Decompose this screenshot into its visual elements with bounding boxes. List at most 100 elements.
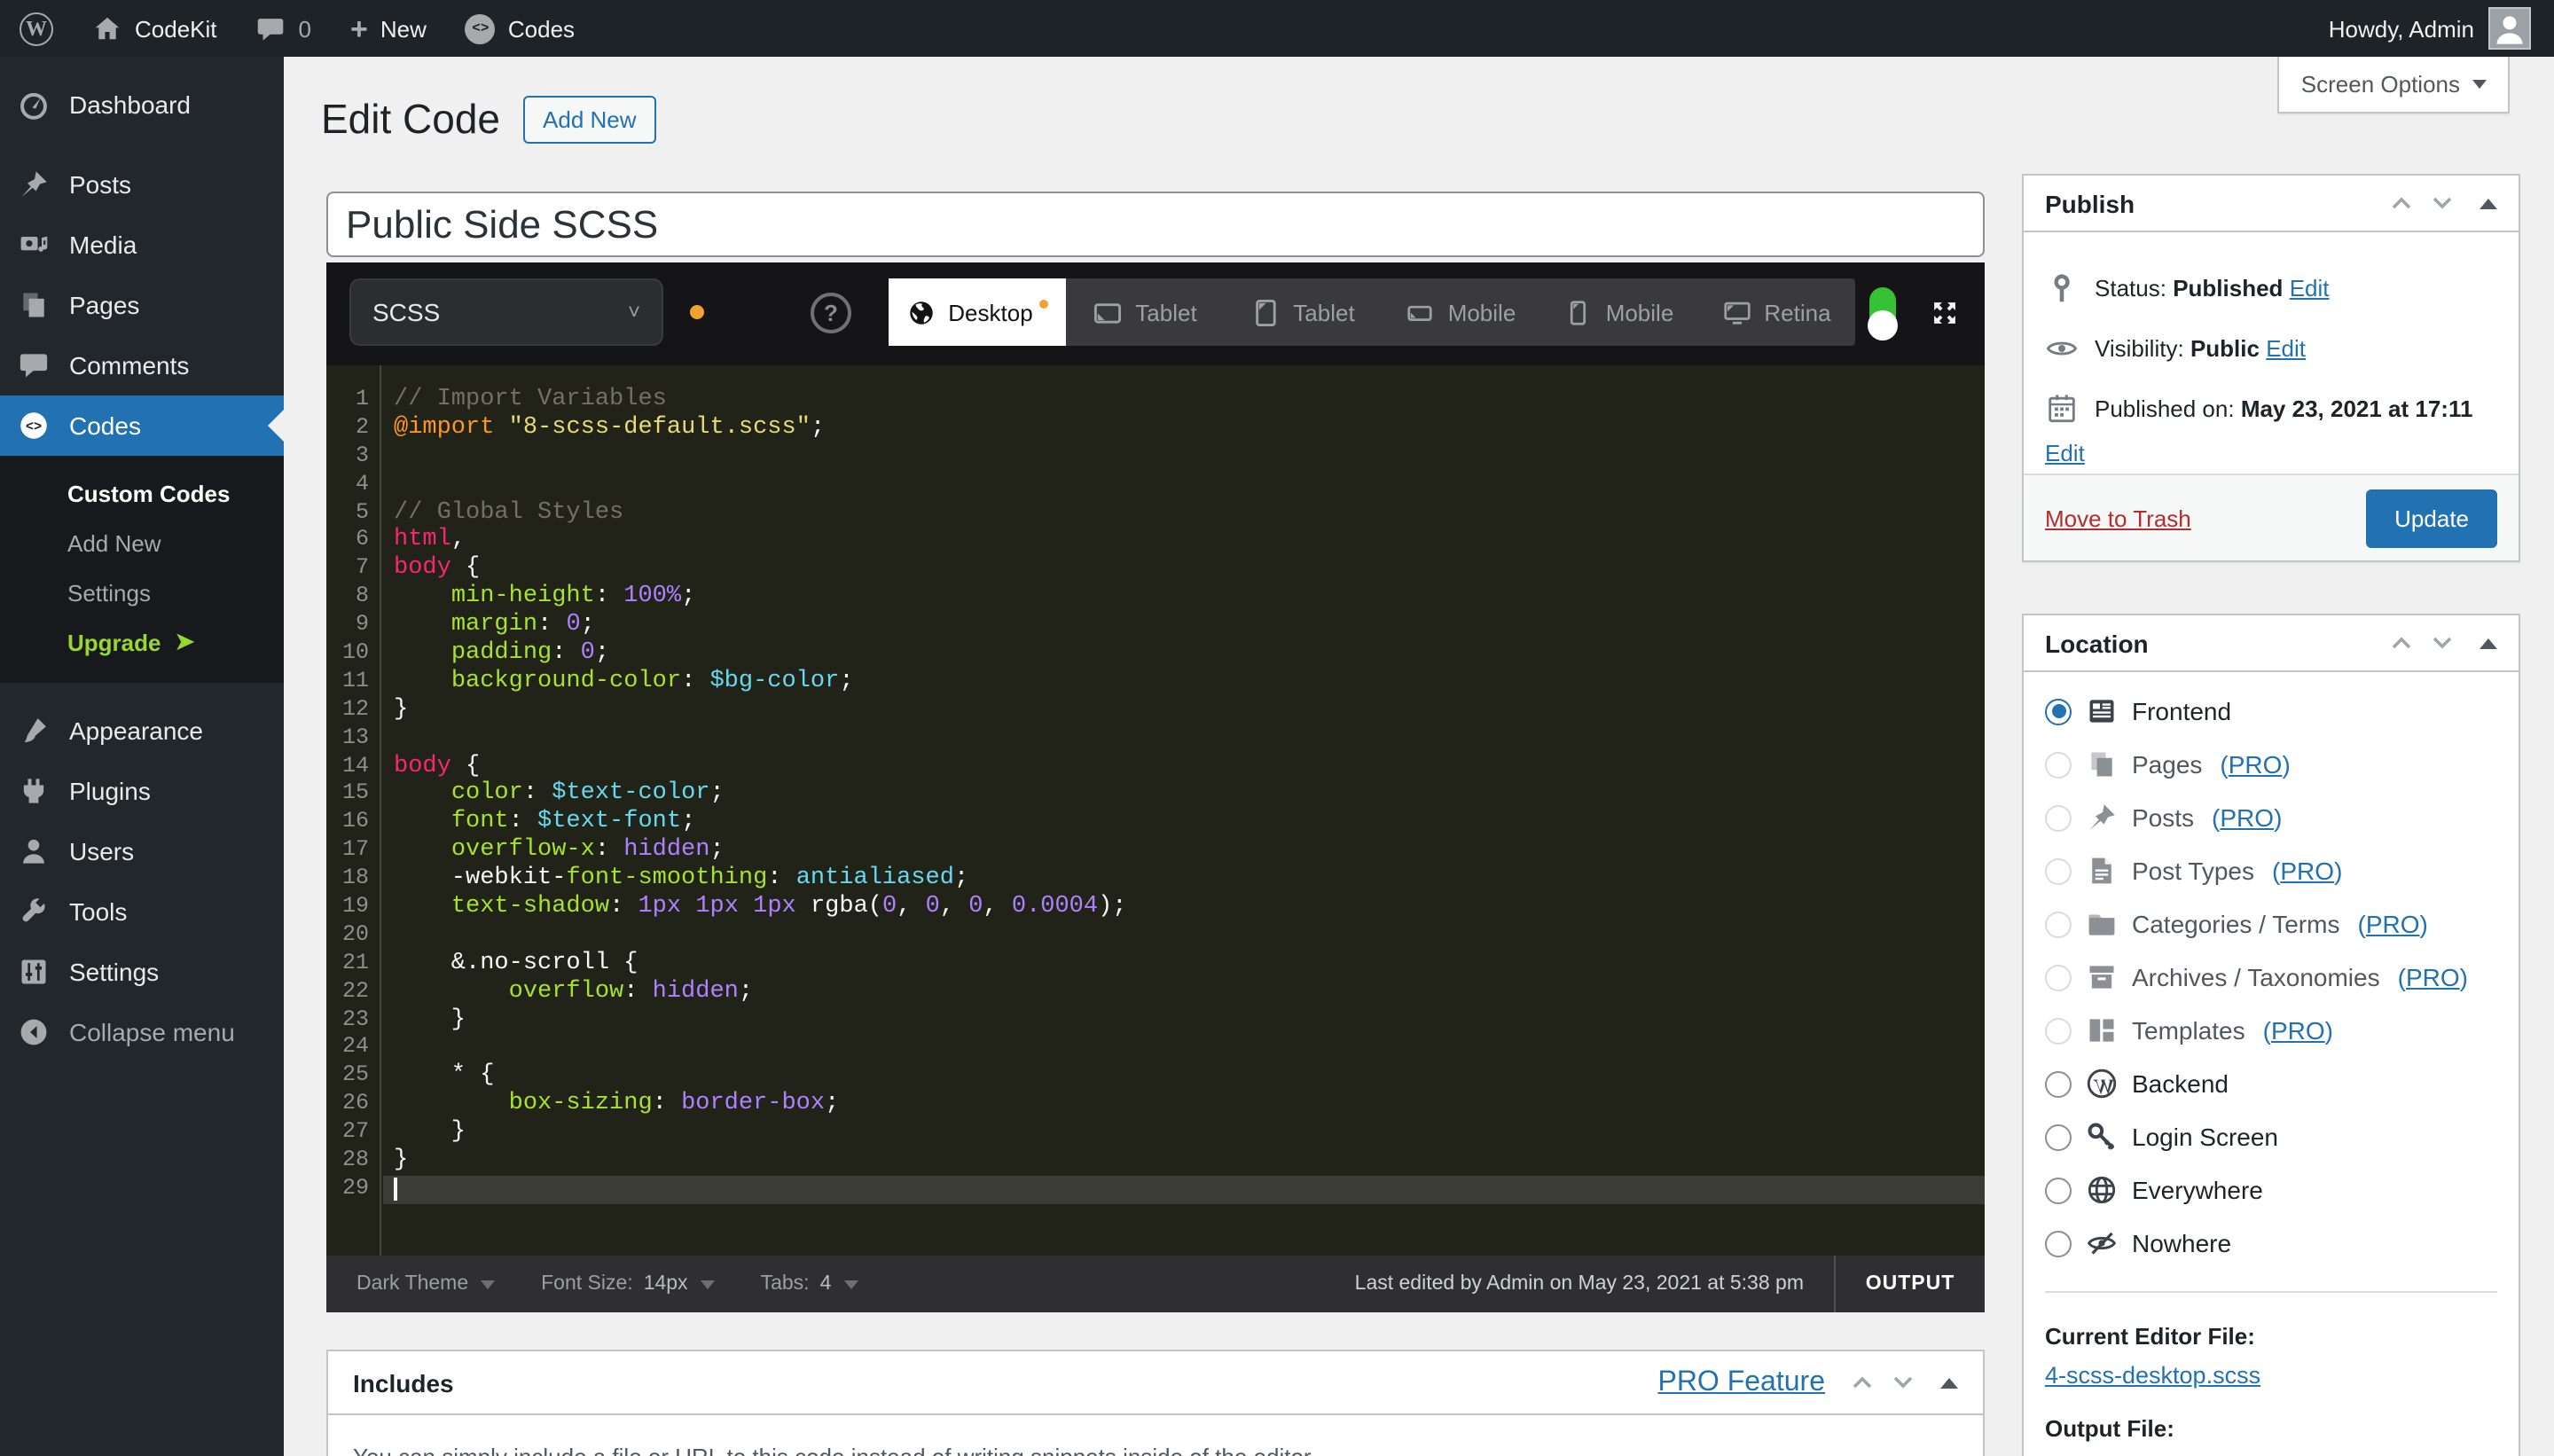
device-tab-tablet[interactable]: Tablet	[1066, 278, 1224, 346]
code-line[interactable]: margin: 0;	[383, 612, 1985, 640]
location-option-pages[interactable]: Pages (PRO)	[2024, 738, 2519, 791]
toggle-panel-icon[interactable]	[2480, 198, 2497, 208]
edit-date-link[interactable]: Edit	[2045, 440, 2085, 466]
code-line[interactable]	[383, 724, 1985, 753]
move-to-trash-link[interactable]: Move to Trash	[2045, 505, 2191, 531]
toggle-panel-icon[interactable]	[2480, 638, 2497, 648]
submenu-item-custom-codes[interactable]: Custom Codes	[0, 468, 284, 518]
code-line[interactable]: overflow-x: hidden;	[383, 838, 1985, 866]
submenu-item-settings[interactable]: Settings	[0, 568, 284, 617]
move-up-icon[interactable]	[1852, 1374, 1873, 1390]
code-line[interactable]: }	[383, 697, 1985, 725]
sidebar-item-media[interactable]: Media	[0, 215, 284, 275]
pro-link[interactable]: (PRO)	[2263, 1016, 2333, 1045]
sidebar-item-dashboard[interactable]: Dashboard	[0, 74, 284, 135]
code-line[interactable]: box-sizing: border-box;	[383, 1092, 1985, 1120]
code-line[interactable]: body {	[383, 753, 1985, 781]
wordpress-menu[interactable]: W	[0, 0, 73, 57]
radio-button[interactable]	[2045, 1177, 2072, 1203]
howdy-text[interactable]: Howdy, Admin	[2329, 15, 2474, 42]
font-size-select[interactable]: Font Size: 14px	[541, 1273, 715, 1295]
move-up-icon[interactable]	[2391, 195, 2412, 211]
edit-status-link[interactable]: Edit	[2290, 274, 2330, 301]
move-up-icon[interactable]	[2391, 635, 2412, 651]
device-tab-mobile[interactable]: Mobile	[1382, 278, 1539, 346]
code-line[interactable]: html,	[383, 528, 1985, 556]
code-line[interactable]	[383, 922, 1985, 951]
radio-button[interactable]	[2045, 911, 2072, 937]
location-option-post-types[interactable]: Post Types (PRO)	[2024, 844, 2519, 897]
code-line[interactable]: }	[383, 1119, 1985, 1147]
radio-button[interactable]	[2045, 751, 2072, 778]
radio-button[interactable]	[2045, 804, 2072, 831]
submenu-item-add-new[interactable]: Add New	[0, 518, 284, 568]
code-line[interactable]: font: $text-font;	[383, 810, 1985, 838]
code-line[interactable]: background-color: $bg-color;	[383, 669, 1985, 697]
radio-button[interactable]	[2045, 1017, 2072, 1044]
move-down-icon[interactable]	[2432, 635, 2453, 651]
code-line[interactable]: body {	[383, 556, 1985, 584]
code-line[interactable]: overflow: hidden;	[383, 978, 1985, 1006]
code-line[interactable]: // Import Variables	[383, 387, 1985, 415]
sidebar-item-users[interactable]: Users	[0, 821, 284, 881]
code-line[interactable]: min-height: 100%;	[383, 583, 1985, 612]
device-tab-retina[interactable]: Retina	[1697, 278, 1855, 346]
radio-button[interactable]	[2045, 1230, 2072, 1256]
radio-button[interactable]	[2045, 964, 2072, 990]
code-line[interactable]: @import "8-scss-default.scss";	[383, 415, 1985, 443]
code-line[interactable]: &.no-scroll {	[383, 951, 1985, 979]
location-option-login-screen[interactable]: Login Screen	[2024, 1110, 2519, 1163]
move-down-icon[interactable]	[2432, 195, 2453, 211]
current-editor-file-link[interactable]: 4-scss-desktop.scss	[2045, 1362, 2260, 1389]
edit-visibility-link[interactable]: Edit	[2266, 334, 2306, 361]
fullscreen-icon[interactable]	[1930, 297, 1960, 327]
collapse-menu-button[interactable]: Collapse menu	[0, 1002, 284, 1062]
help-button[interactable]: ?	[811, 293, 851, 333]
code-line[interactable]	[383, 1175, 1985, 1204]
pro-link[interactable]: (PRO)	[2220, 750, 2290, 779]
sidebar-item-codes[interactable]: <> Codes	[0, 395, 284, 456]
compile-toggle[interactable]	[1868, 287, 1898, 341]
radio-button[interactable]	[2045, 1070, 2072, 1097]
code-line[interactable]: }	[383, 1006, 1985, 1035]
add-new-button[interactable]: Add New	[523, 96, 656, 144]
location-option-nowhere[interactable]: Nowhere	[2024, 1217, 2519, 1270]
code-line[interactable]	[383, 471, 1985, 499]
update-button[interactable]: Update	[2366, 489, 2497, 547]
code-line[interactable]: color: $text-color;	[383, 781, 1985, 810]
output-tab[interactable]: OUTPUT	[1834, 1256, 1985, 1312]
site-name-menu[interactable]: CodeKit	[73, 0, 237, 57]
code-line[interactable]: }	[383, 1147, 1985, 1176]
sidebar-item-posts[interactable]: Posts	[0, 154, 284, 215]
code-line[interactable]: padding: 0;	[383, 640, 1985, 669]
sidebar-item-plugins[interactable]: Plugins	[0, 761, 284, 821]
location-option-archives-taxonomies[interactable]: Archives / Taxonomies (PRO)	[2024, 951, 2519, 1004]
radio-button[interactable]	[2045, 857, 2072, 884]
new-menu[interactable]: + New	[331, 0, 446, 57]
pro-link[interactable]: (PRO)	[2272, 857, 2342, 885]
screen-options-button[interactable]: Screen Options	[2277, 57, 2510, 114]
code-line[interactable]	[383, 1035, 1985, 1063]
move-down-icon[interactable]	[1892, 1374, 1914, 1390]
location-option-everywhere[interactable]: Everywhere	[2024, 1163, 2519, 1217]
code-area[interactable]: 1 2 3 4 5 6 7 8 9 10 11 12 13 14 15 16 17 18 19 20 21 22 23 24 2…	[326, 365, 1985, 1256]
pro-link[interactable]: (PRO)	[2212, 803, 2282, 832]
code-title-input[interactable]	[326, 192, 1985, 257]
code-line[interactable]: // Global Styles	[383, 499, 1985, 528]
submenu-item-upgrade[interactable]: Upgrade ➤	[0, 617, 284, 667]
code-line[interactable]: text-shadow: 1px 1px 1px rgba(0, 0, 0, 0…	[383, 894, 1985, 922]
toggle-panel-icon[interactable]	[1940, 1377, 1958, 1388]
code-line[interactable]: -webkit-font-smoothing: antialiased;	[383, 865, 1985, 894]
pro-link[interactable]: (PRO)	[2357, 910, 2427, 938]
code-line[interactable]	[383, 443, 1985, 472]
location-option-categories-terms[interactable]: Categories / Terms (PRO)	[2024, 897, 2519, 951]
avatar[interactable]	[2488, 7, 2531, 50]
radio-button[interactable]	[2045, 698, 2072, 724]
location-option-posts[interactable]: Posts (PRO)	[2024, 791, 2519, 844]
sidebar-item-pages[interactable]: Pages	[0, 275, 284, 335]
theme-select[interactable]: Dark Theme	[356, 1273, 496, 1295]
location-option-backend[interactable]: Backend	[2024, 1057, 2519, 1110]
sidebar-item-settings[interactable]: Settings	[0, 942, 284, 1002]
comments-menu[interactable]: 0	[237, 0, 331, 57]
location-option-templates[interactable]: Templates (PRO)	[2024, 1004, 2519, 1057]
